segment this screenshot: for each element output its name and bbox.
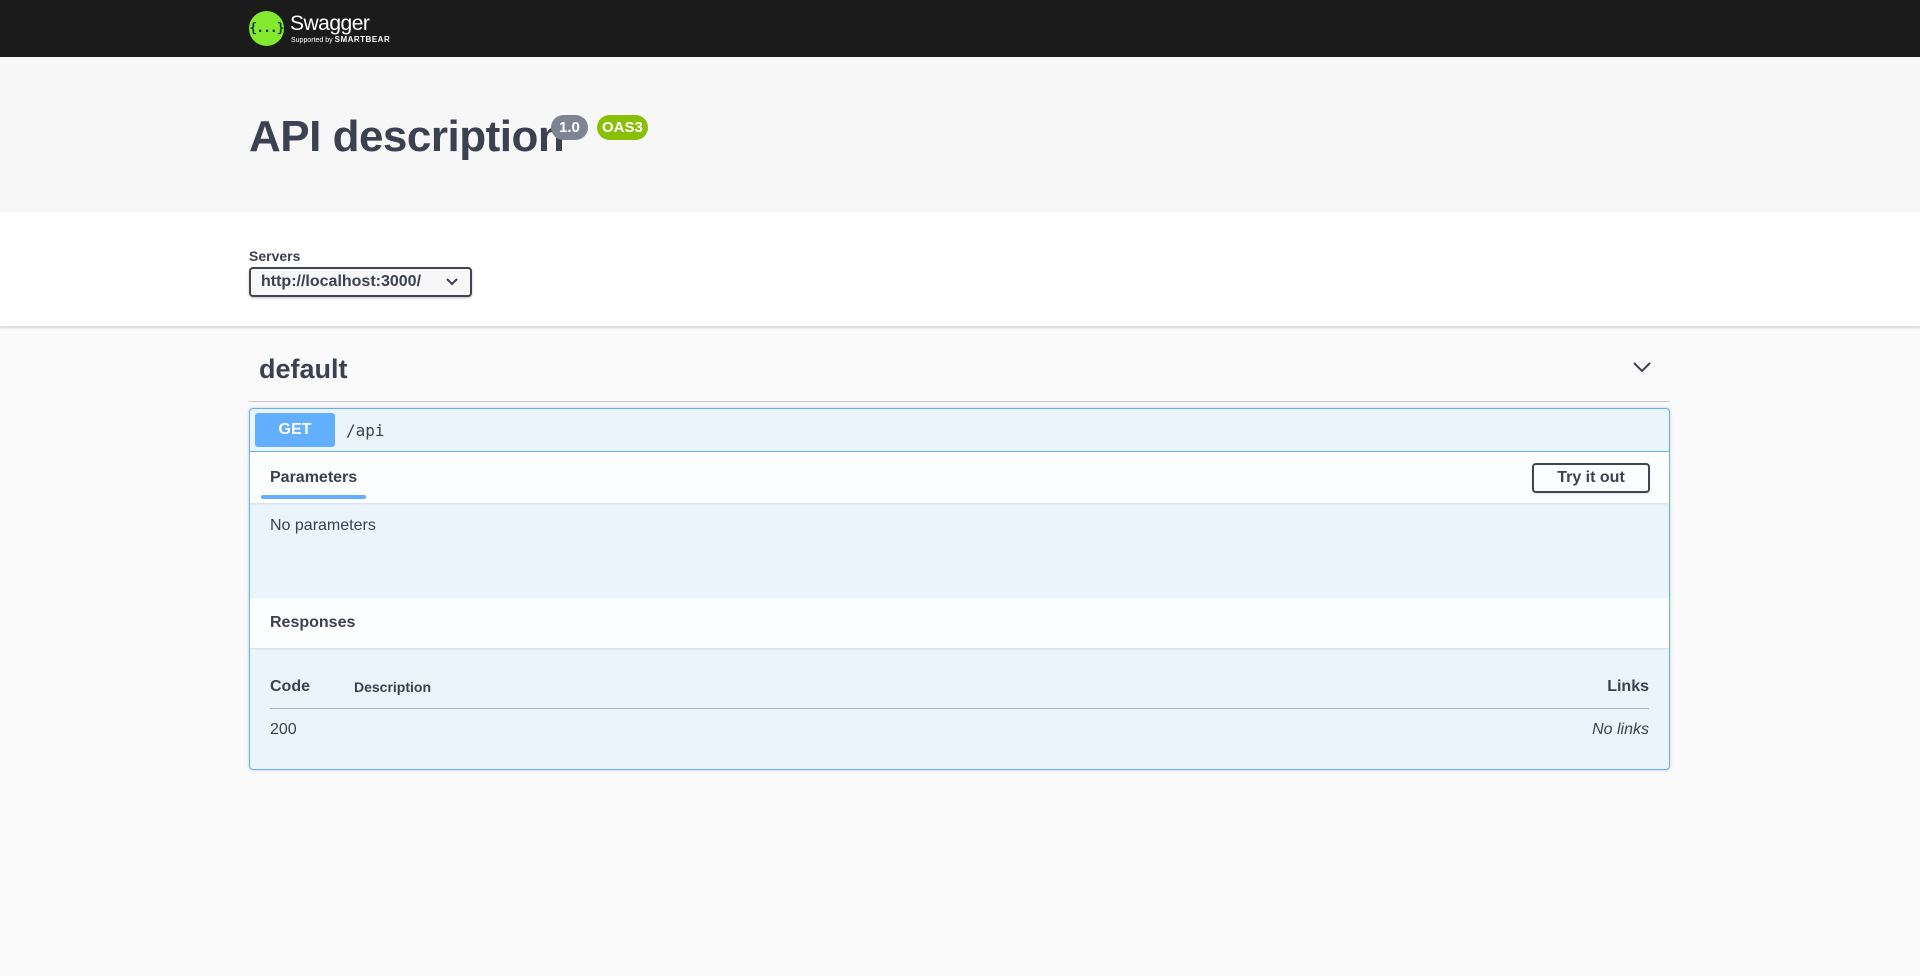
info-section: API description — [0, 57, 1920, 212]
version-badge: 1.0 — [551, 115, 588, 140]
logo-supported: Supported by — [291, 37, 333, 44]
logo-name: Swagger — [290, 12, 370, 35]
swagger-logo-icon: {...} — [249, 11, 285, 46]
page-title: API description — [249, 112, 565, 161]
response-links: No links — [1592, 721, 1649, 738]
parameters-body: No parameters — [250, 503, 1669, 598]
operation-summary[interactable]: GET /api — [250, 409, 1669, 452]
parameters-header: Parameters Try it out — [250, 452, 1669, 503]
responses-header: Responses — [250, 598, 1669, 648]
oas-badge: OAS3 — [597, 115, 648, 140]
tab-parameters[interactable]: Parameters — [261, 452, 367, 503]
operation-path: /api — [346, 420, 385, 440]
servers-select[interactable]: http://localhost:3000/ — [249, 267, 472, 297]
try-it-out-button[interactable]: Try it out — [1532, 462, 1650, 493]
operation-block: GET /api Parameters Try it out No parame… — [249, 408, 1670, 770]
servers-selected-value: http://localhost:3000/ — [261, 273, 422, 290]
response-code: 200 — [270, 721, 297, 738]
logo-brand: SMARTBEAR — [334, 35, 391, 44]
topbar: {...} Swagger Supported by SMARTBEAR — [0, 0, 1920, 57]
chevron-down-icon — [446, 278, 458, 286]
responses-table-header: Code Description Links — [270, 668, 1649, 709]
responses-table: Code Description Links 200 No links — [270, 668, 1649, 739]
swagger-logo[interactable]: {...} Swagger Supported by SMARTBEAR — [249, 11, 390, 46]
servers-label: Servers — [249, 248, 301, 264]
method-badge: GET — [255, 413, 335, 447]
operations-wrapper: default GET /api Parameters Try it out N… — [0, 327, 1671, 770]
tag-section-header[interactable]: default — [249, 327, 1670, 402]
responses-body: Code Description Links 200 No links — [250, 648, 1669, 769]
servers-section: Servers http://localhost:3000/ — [0, 212, 1920, 327]
chevron-down-icon[interactable] — [1632, 357, 1652, 377]
no-parameters-text: No parameters — [270, 517, 376, 534]
response-description — [354, 709, 1099, 740]
tag-name: default — [259, 353, 348, 384]
responses-title: Responses — [270, 614, 356, 631]
column-code: Code — [270, 668, 354, 709]
column-links: Links — [1098, 668, 1649, 709]
table-row: 200 No links — [270, 709, 1649, 740]
tab-underline — [261, 495, 367, 499]
column-description: Description — [354, 668, 1099, 709]
